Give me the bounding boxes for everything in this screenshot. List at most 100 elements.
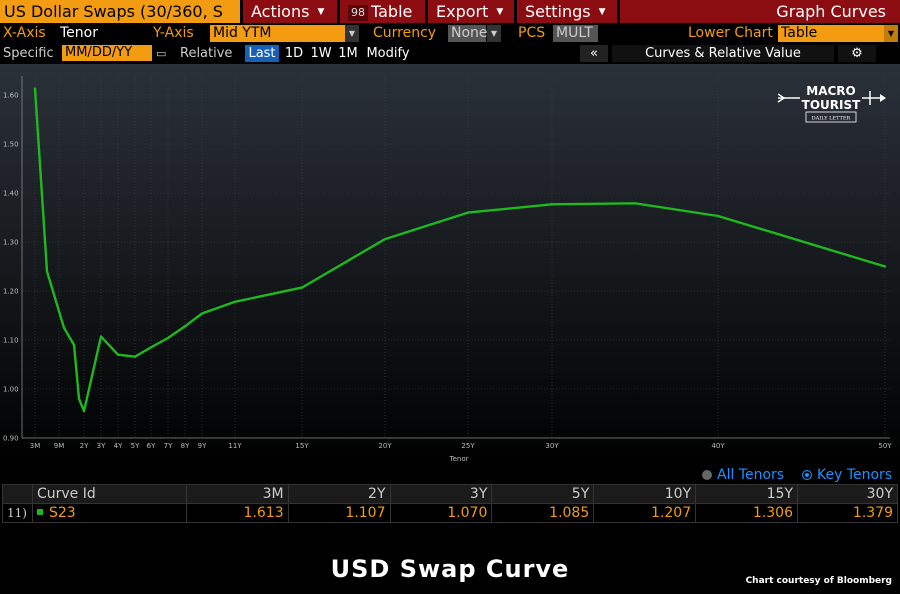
logo-line3: DAILY LETTER (812, 116, 851, 122)
tenor-toggle-bar: All Tenors Key Tenors (0, 466, 900, 484)
radio-on-icon (802, 470, 812, 480)
data-point (72, 343, 76, 347)
grid-lines (21, 76, 890, 439)
lower-chart-field[interactable]: Table (778, 25, 884, 42)
y-axis-ticks: 1.60 1.50 1.40 1.30 1.20 1.10 1.00 0.90 (3, 92, 19, 443)
x-tick-label: 4Y (114, 442, 123, 450)
y-tick-label: 1.30 (3, 239, 19, 247)
data-point (183, 325, 187, 328)
y-tick-label: 1.40 (3, 190, 19, 198)
value-30y: 1.379 (797, 503, 898, 523)
value-5y: 1.085 (491, 503, 595, 523)
x-tick-label: 3Y (97, 442, 106, 450)
table-button[interactable]: 98 Table (340, 0, 425, 23)
data-point (300, 286, 304, 289)
y-tick-label: 1.10 (3, 337, 19, 345)
series-line-s23[interactable] (33, 88, 886, 413)
pcs-label: PCS (518, 25, 546, 41)
logo-line2: TOURIST (802, 98, 861, 112)
x-tick-label: 15Y (295, 442, 309, 450)
settings-label: Settings (525, 2, 591, 21)
caret-down-icon: ▼ (317, 7, 325, 17)
calendar-icon[interactable]: ▭ (156, 43, 166, 64)
range-1d-button[interactable]: 1D (282, 45, 306, 62)
logo-line1: MACRO (806, 84, 855, 98)
actions-menu-button[interactable]: Actions ▼ (243, 0, 337, 23)
range-1m-button[interactable]: 1M (336, 45, 360, 62)
header-3y: 3Y (389, 484, 493, 504)
x-tick-label: 40Y (711, 442, 725, 450)
chart-area: 1.60 1.50 1.40 1.30 1.20 1.10 1.00 0.90 3M 9M 2Y 3… (0, 64, 900, 466)
all-tenors-label: All Tenors (717, 467, 785, 483)
data-point (383, 237, 387, 241)
y-tick-label: 0.90 (3, 435, 19, 443)
currency-field[interactable]: None (448, 25, 488, 42)
x-tick-label: 30Y (545, 442, 559, 450)
graph-curves-title: Graph Curves (620, 0, 900, 23)
data-point (33, 87, 37, 90)
header-30y: 30Y (797, 484, 898, 504)
data-point (149, 346, 153, 349)
range-last-button[interactable]: Last (245, 45, 279, 62)
x-axis-label: X-Axis (3, 25, 46, 41)
export-menu-button[interactable]: Export ▼ (428, 0, 514, 23)
x-tick-label: 3M (30, 442, 41, 450)
date-input[interactable]: MM/DD/YY (62, 45, 152, 61)
value-3y: 1.070 (389, 503, 493, 523)
macro-tourist-logo: MACRO TOURIST DAILY LETTER (777, 84, 886, 123)
data-point (133, 355, 137, 358)
y-tick-label: 1.60 (3, 92, 19, 100)
caret-down-icon: ▼ (496, 7, 504, 17)
currency-label: Currency (373, 25, 437, 41)
data-point (550, 203, 554, 206)
header-15y: 15Y (695, 484, 798, 504)
x-tick-label: 20Y (378, 442, 392, 450)
export-label: Export (436, 2, 489, 21)
data-point (883, 265, 887, 268)
collapse-panel-button[interactable]: « (580, 45, 608, 62)
x-tick-label: 8Y (181, 442, 190, 450)
range-1w-button[interactable]: 1W (309, 45, 333, 62)
data-point (99, 335, 103, 338)
y-axis-label: Y-Axis (153, 25, 194, 41)
table-label: Table (371, 2, 413, 21)
x-tick-label: 25Y (461, 442, 475, 450)
modify-button[interactable]: Modify (363, 45, 413, 62)
x-axis-value[interactable]: Tenor (60, 23, 98, 43)
y-tick-label: 1.00 (3, 386, 19, 394)
y-axis-field[interactable]: Mid YTM (210, 25, 345, 42)
data-point (62, 326, 66, 329)
yield-curve-chart: 1.601.501.401.301.201.101.000.90 3M 9M 2Y 3… (3, 76, 893, 463)
x-tick-label: 9Y (198, 442, 207, 450)
x-tick-label: 2Y (80, 442, 89, 450)
value-2y: 1.107 (287, 503, 391, 523)
relative-label: Relative (180, 46, 233, 61)
x-tick-label: 50Y (878, 442, 892, 450)
x-axis-ticks: 3M 9M 2Y 3Y 4Y 5Y 6Y 7Y 8Y 9Y 11Y 15Y 20Y 25Y 30Y 40Y 50… (30, 442, 893, 450)
header-5y: 5Y (491, 484, 595, 504)
curve-id-cell[interactable]: S23 (31, 503, 187, 523)
header-10y: 10Y (593, 484, 697, 504)
curves-panel-label: Curves & Relative Value (612, 45, 834, 62)
y-tick-label: 1.50 (3, 141, 19, 149)
pcs-field[interactable]: MULT (553, 25, 598, 42)
table-row[interactable]: 11) S23 1.613 1.107 1.070 1.085 1.207 1.… (2, 503, 898, 523)
key-tenors-radio[interactable]: Key Tenors (802, 466, 892, 484)
radio-off-icon (702, 470, 712, 480)
data-point (633, 202, 637, 205)
value-10y: 1.207 (593, 503, 697, 523)
all-tenors-radio[interactable]: All Tenors (702, 466, 784, 484)
specific-label: Specific (3, 46, 54, 61)
y-tick-label: 1.20 (3, 288, 19, 296)
courtesy-note: Chart courtesy of Bloomberg (745, 576, 892, 586)
x-tick-label: 5Y (131, 442, 140, 450)
data-point (116, 353, 120, 356)
gear-icon[interactable]: ⚙ (838, 45, 876, 62)
settings-menu-button[interactable]: Settings ▼ (517, 0, 617, 23)
y-axis-dropdown-icon[interactable]: ▼ (345, 25, 359, 42)
currency-dropdown-icon[interactable]: ▼ (487, 25, 501, 42)
security-title[interactable]: US Dollar Swaps (30/360, S (0, 0, 240, 23)
value-15y: 1.306 (695, 503, 798, 523)
lower-chart-dropdown-icon[interactable]: ▼ (884, 25, 898, 42)
curve-values-table: Curve Id 3M 2Y 3Y 5Y 10Y 15Y 30Y 11) S23… (2, 484, 898, 523)
